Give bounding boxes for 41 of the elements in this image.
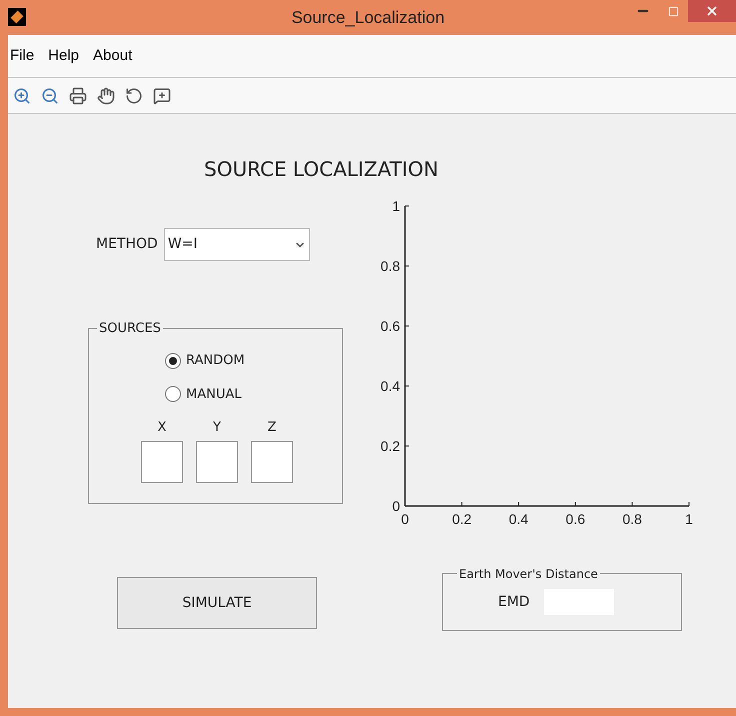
- radio-label: MANUAL: [186, 386, 242, 404]
- coordinate-label: Y: [213, 419, 221, 437]
- coordinate-field[interactable]: [251, 440, 293, 482]
- radio-label: RANDOM: [186, 352, 245, 370]
- coordinate-field[interactable]: [196, 440, 238, 482]
- x-tick-label: 0.2: [452, 511, 472, 527]
- method-dropdown[interactable]: W=I: [164, 228, 310, 261]
- printer-icon[interactable]: [68, 86, 88, 106]
- coordinate-label: X: [158, 419, 166, 437]
- x-tick-label: 0.8: [622, 511, 642, 527]
- y-tick-label: 0.8: [380, 258, 400, 274]
- maximize-icon[interactable]: [668, 6, 678, 16]
- menu-item[interactable]: File: [10, 44, 34, 68]
- y-tick-label: 0.6: [380, 318, 400, 334]
- x-tick-label: 0.4: [508, 511, 528, 527]
- y-tick-label: 0: [392, 498, 400, 514]
- close-button[interactable]: [688, 0, 736, 22]
- simulate-button[interactable]: SIMULATE: [117, 577, 317, 629]
- radio-button[interactable]: [165, 386, 181, 402]
- menu-item[interactable]: Help: [48, 44, 80, 68]
- method-label: METHOD: [96, 235, 158, 254]
- zoom-in-icon[interactable]: [12, 86, 32, 106]
- hand-icon[interactable]: [96, 86, 116, 106]
- zoom-out-icon[interactable]: [40, 86, 60, 106]
- app-icon: [8, 8, 26, 26]
- heading: SOURCE LOCALIZATION: [204, 156, 440, 183]
- y-tick-label: 0.2: [380, 438, 400, 454]
- emd-label: EMD: [498, 592, 530, 612]
- x-tick-label: 0: [401, 511, 409, 527]
- y-tick-label: 1: [392, 198, 400, 214]
- coordinate-field[interactable]: [141, 440, 183, 482]
- note-plus-icon[interactable]: [152, 86, 172, 106]
- x-tick-label: 1: [685, 511, 693, 527]
- close-icon: [705, 4, 719, 18]
- x-tick-label: 0.6: [566, 511, 586, 527]
- menu-item[interactable]: About: [93, 44, 132, 68]
- y-tick-label: 0.4: [380, 378, 400, 394]
- radio-button[interactable]: [165, 352, 181, 369]
- window-title: Source_Localization: [291, 6, 445, 29]
- rotate-icon[interactable]: [124, 86, 144, 106]
- coordinate-label: Z: [268, 419, 276, 437]
